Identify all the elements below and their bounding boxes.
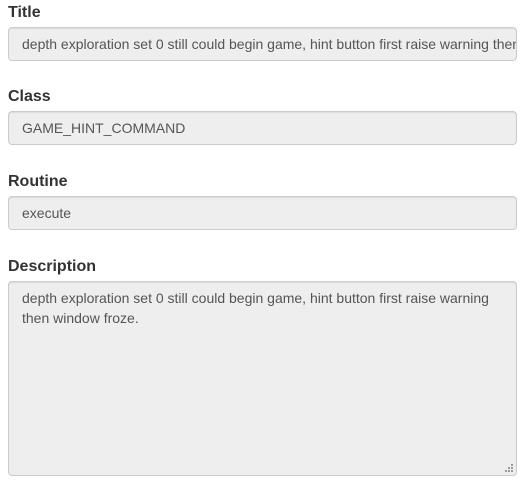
description-label: Description xyxy=(8,258,97,275)
class-field[interactable]: GAME_HINT_COMMAND xyxy=(8,111,517,145)
routine-field[interactable]: execute xyxy=(8,196,517,230)
class-label: Class xyxy=(8,88,51,105)
title-field[interactable]: depth exploration set 0 still could begi… xyxy=(8,27,517,61)
description-textarea[interactable]: depth exploration set 0 still could begi… xyxy=(8,281,517,476)
resize-grip-icon[interactable] xyxy=(503,462,513,472)
routine-label: Routine xyxy=(8,173,68,190)
description-text: depth exploration set 0 still could begi… xyxy=(22,290,489,326)
title-label: Title xyxy=(8,4,41,21)
